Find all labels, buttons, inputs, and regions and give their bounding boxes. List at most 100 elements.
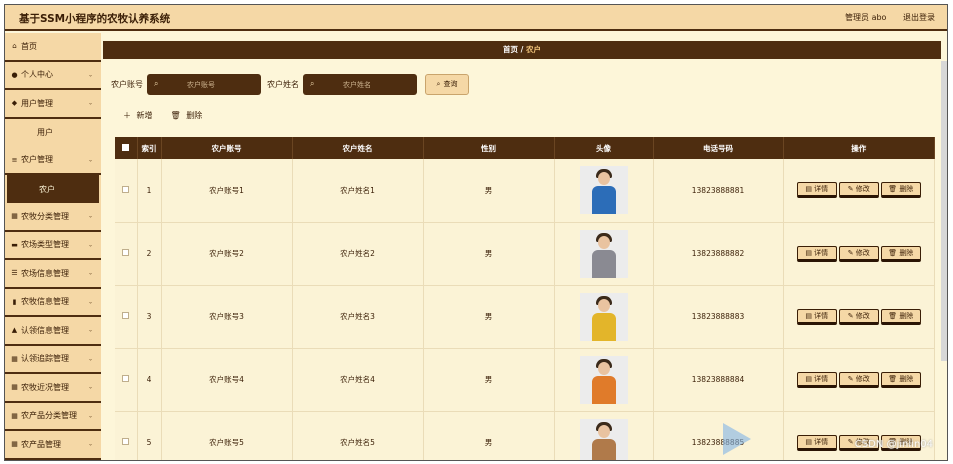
delete-button[interactable]: 🗑 删除 bbox=[880, 182, 921, 199]
sidebar-item[interactable]: ▦ 农牧近况管理 ⌄ bbox=[5, 374, 101, 403]
chevron-down-icon: ⌄ bbox=[87, 412, 93, 420]
delete-button[interactable]: 🗑 删除 bbox=[880, 371, 921, 388]
logout-link[interactable]: 退出登录 bbox=[903, 13, 935, 22]
watermark-play-icon bbox=[723, 423, 751, 455]
detail-icon: ▤ bbox=[805, 311, 815, 320]
search-icon: ⌕ bbox=[154, 78, 159, 88]
gender-cell: 男 bbox=[423, 411, 555, 460]
avatar-body bbox=[591, 186, 616, 215]
header-phone: 电话号码 bbox=[653, 137, 784, 159]
row-select-cell bbox=[115, 159, 138, 223]
sidebar-subitem[interactable]: 用户 bbox=[5, 119, 101, 147]
query-button[interactable]: ⌕ 查询 bbox=[425, 73, 469, 95]
sidebar: ⌂ 首页 ● 个人中心 ⌄ ◆ 用户管理 ⌄ 用户 ≡ 农户管理 ⌄ 农户 ▦ 农牧分类管理 ⌄ ▬ 农场类型管理… bbox=[5, 33, 101, 460]
add-button[interactable]: ＋ 新增 bbox=[123, 110, 153, 121]
avatar bbox=[579, 292, 628, 341]
select-all-checkbox[interactable] bbox=[122, 143, 130, 151]
gender-cell: 男 bbox=[423, 222, 555, 286]
search-icon: ⌕ bbox=[310, 78, 315, 88]
index-cell: 3 bbox=[137, 285, 162, 349]
sidebar-item[interactable]: ⌂ 首页 bbox=[5, 33, 101, 62]
detail-button[interactable]: ▤ 详情 bbox=[796, 434, 837, 451]
edit-button[interactable]: ✎ 修改 bbox=[838, 371, 879, 388]
breadcrumb-home[interactable]: 首页 bbox=[503, 45, 518, 54]
edit-button[interactable]: ✎ 修改 bbox=[838, 182, 879, 199]
header-index: 索引 bbox=[137, 137, 162, 159]
home-icon: ⌂ bbox=[12, 42, 17, 51]
home-icon: ▲ bbox=[11, 326, 18, 335]
edit-button[interactable]: ✎ 修改 bbox=[838, 308, 879, 325]
batch-delete-button[interactable]: 🗑 删除 bbox=[171, 110, 203, 121]
row-checkbox[interactable] bbox=[122, 312, 130, 319]
chevron-down-icon: ⌄ bbox=[87, 326, 93, 334]
chevron-down-icon: ⌄ bbox=[87, 355, 93, 363]
detail-icon: ▤ bbox=[805, 437, 815, 446]
main-content: 首页 / 农户 农户账号 ⌕ 农户账号 农户姓名 ⌕ 农户姓名 ⌕ 查询 ＋ 新… bbox=[101, 33, 947, 460]
index-cell: 4 bbox=[137, 348, 162, 412]
chevron-down-icon: ⌄ bbox=[87, 383, 93, 391]
sidebar-item-label: 首页 bbox=[21, 41, 37, 51]
detail-button[interactable]: ▤ 详情 bbox=[796, 245, 837, 262]
account-search-input[interactable]: ⌕ 农户账号 bbox=[147, 73, 261, 95]
name-cell: 农户姓名2 bbox=[292, 222, 424, 286]
sidebar-item[interactable]: ◆ 用户管理 ⌄ bbox=[5, 90, 101, 119]
detail-button[interactable]: ▤ 详情 bbox=[796, 308, 837, 325]
gender-cell: 男 bbox=[423, 348, 555, 412]
detail-icon: ▤ bbox=[805, 185, 815, 194]
gender-cell: 男 bbox=[423, 285, 555, 349]
scrollbar[interactable] bbox=[941, 61, 947, 361]
row-checkbox[interactable] bbox=[122, 438, 130, 445]
row-select-cell bbox=[115, 348, 138, 412]
detail-button[interactable]: ▤ 详情 bbox=[796, 371, 837, 388]
sidebar-item[interactable]: ▦ 农牧分类管理 ⌄ bbox=[5, 203, 101, 232]
toolbar: ＋ 新增 🗑 删除 bbox=[123, 110, 202, 121]
edit-label: 修改 bbox=[855, 248, 870, 257]
sidebar-item[interactable]: ▲ 认领信息管理 ⌄ bbox=[5, 317, 101, 346]
row-checkbox[interactable] bbox=[122, 249, 130, 256]
avatar-cell bbox=[554, 285, 654, 349]
avatar-head bbox=[597, 424, 610, 438]
grid-icon: ▦ bbox=[11, 212, 18, 221]
edit-button[interactable]: ✎ 修改 bbox=[838, 245, 879, 262]
sidebar-item-label: 农牧近况管理 bbox=[21, 382, 69, 392]
sidebar-item[interactable]: ☰ 农场信息管理 ⌄ bbox=[5, 260, 101, 289]
sidebar-item[interactable]: ▮ 农牧信息管理 ⌄ bbox=[5, 289, 101, 317]
sidebar-item-label: 农场信息管理 bbox=[21, 268, 69, 278]
edit-icon: ✎ bbox=[847, 185, 856, 194]
sidebar-item-label: 用户管理 bbox=[21, 98, 53, 108]
trash-icon: 🗑 bbox=[888, 374, 900, 383]
account-search-placeholder: 农户账号 bbox=[187, 80, 215, 89]
sidebar-item[interactable]: ● 个人中心 ⌄ bbox=[5, 62, 101, 90]
delete-button[interactable]: 🗑 删除 bbox=[880, 308, 921, 325]
plus-icon: ＋ bbox=[123, 111, 131, 120]
sidebar-item[interactable]: ▦ 农产品管理 ⌄ bbox=[5, 431, 101, 460]
row-checkbox[interactable] bbox=[122, 185, 130, 193]
phone-cell: 13823888885 bbox=[653, 411, 784, 460]
row-checkbox[interactable] bbox=[122, 375, 130, 382]
sidebar-item[interactable]: ▦ 认领追踪管理 ⌄ bbox=[5, 346, 101, 374]
breadcrumb: 首页 / 农户 bbox=[103, 41, 941, 59]
chevron-down-icon: ⌄ bbox=[87, 71, 93, 79]
detail-label: 详情 bbox=[814, 437, 829, 446]
sidebar-item[interactable]: ≡ 农户管理 ⌄ bbox=[5, 147, 101, 175]
search-bar: 农户账号 ⌕ 农户账号 农户姓名 ⌕ 农户姓名 ⌕ 查询 bbox=[111, 73, 469, 95]
book-icon: ▮ bbox=[12, 297, 17, 306]
name-search-label: 农户姓名 bbox=[267, 79, 299, 89]
top-right-area: 管理员 abo 退出登录 bbox=[831, 12, 935, 23]
header-actions: 操作 bbox=[783, 137, 935, 159]
row-select-cell bbox=[115, 285, 138, 349]
sidebar-subitem[interactable]: 农户 bbox=[7, 175, 99, 203]
name-search-input[interactable]: ⌕ 农户姓名 bbox=[303, 73, 417, 95]
table-row: 2 农户账号2 农户姓名2 男 13823888882 ▤ 详情 ✎ 修改 🗑 删除 bbox=[115, 222, 935, 286]
phone-cell: 13823888883 bbox=[653, 285, 784, 349]
sidebar-item-label: 个人中心 bbox=[21, 70, 53, 80]
actions-cell: ▤ 详情 ✎ 修改 🗑 删除 bbox=[783, 285, 935, 349]
name-search-placeholder: 农户姓名 bbox=[343, 80, 371, 89]
delete-button[interactable]: 🗑 删除 bbox=[880, 245, 921, 262]
avatar bbox=[579, 166, 628, 215]
sidebar-item[interactable]: ▬ 农场类型管理 ⌄ bbox=[5, 232, 101, 260]
chevron-down-icon: ⌄ bbox=[87, 212, 93, 220]
name-cell: 农户姓名3 bbox=[292, 285, 424, 349]
detail-button[interactable]: ▤ 详情 bbox=[796, 182, 837, 199]
sidebar-item[interactable]: ▦ 农产品分类管理 ⌄ bbox=[5, 403, 101, 431]
